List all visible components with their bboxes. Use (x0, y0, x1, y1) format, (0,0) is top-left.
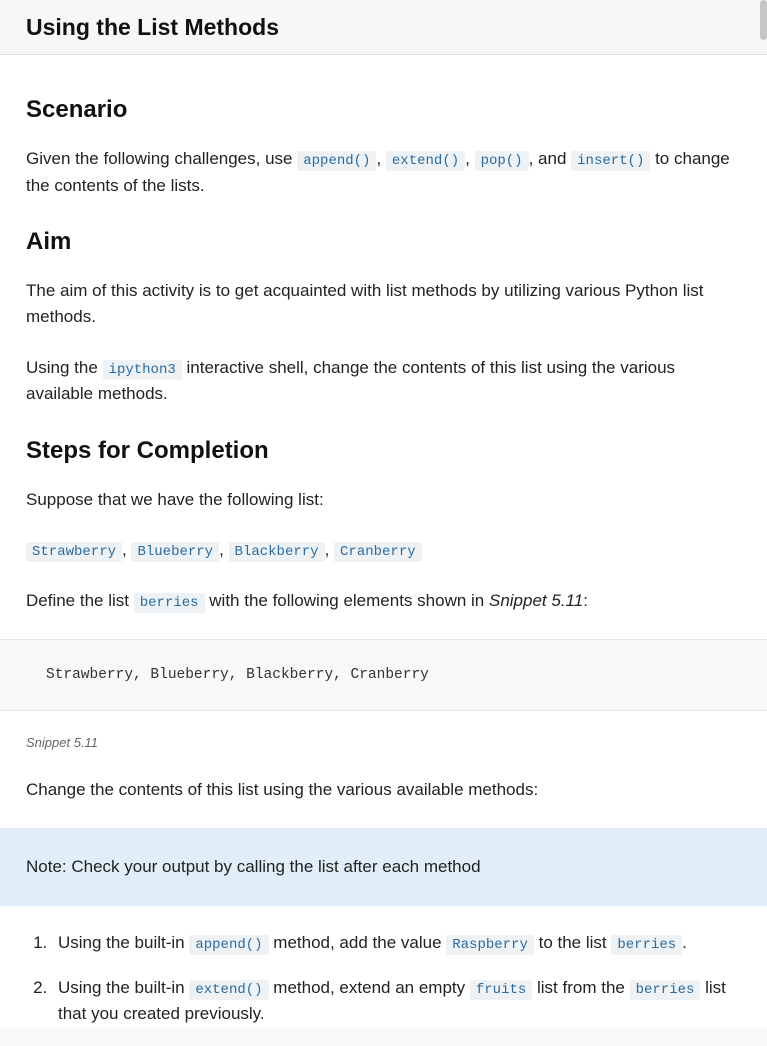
page-container: Using the List Methods Scenario Given th… (0, 0, 767, 1028)
berry-inline-list: Strawberry, Blueberry, Blackberry, Cranb… (26, 537, 741, 564)
text: . (682, 933, 687, 952)
page-header: Using the List Methods (0, 0, 767, 55)
code-berries: berries (611, 935, 682, 955)
page-title: Using the List Methods (26, 10, 741, 46)
text: , (219, 540, 228, 559)
steps-ordered-list: Using the built-in append() method, add … (26, 930, 741, 1028)
scrollbar-thumb[interactable] (760, 0, 767, 40)
text: , (325, 540, 334, 559)
code-berries: berries (134, 593, 205, 613)
code-extend: extend() (386, 151, 465, 171)
text: method, extend an empty (269, 978, 470, 997)
code-strawberry: Strawberry (26, 542, 122, 562)
aim-paragraph-2: Using the ipython3 interactive shell, ch… (26, 355, 741, 408)
code-blackberry: Blackberry (229, 542, 325, 562)
code-ipython3: ipython3 (103, 360, 182, 380)
list-item: Using the built-in extend() method, exte… (52, 975, 741, 1028)
scenario-paragraph: Given the following challenges, use appe… (26, 146, 741, 199)
code-berries: berries (630, 980, 701, 1000)
text: Using the built-in (58, 933, 189, 952)
code-fruits: fruits (470, 980, 532, 1000)
list-item: Using the built-in append() method, add … (52, 930, 741, 957)
code-block: Strawberry, Blueberry, Blackberry, Cranb… (46, 664, 721, 686)
code-blueberry: Blueberry (131, 542, 219, 562)
snippet-label: Snippet 5.11 (26, 733, 741, 753)
code-block-region: Strawberry, Blueberry, Blackberry, Cranb… (0, 639, 767, 711)
define-list-paragraph: Define the list berries with the followi… (26, 588, 741, 615)
content-area: Scenario Given the following challenges,… (0, 55, 767, 1028)
code-append: append() (189, 935, 268, 955)
text: list from the (532, 978, 629, 997)
code-extend: extend() (189, 980, 268, 1000)
text: Using the built-in (58, 978, 189, 997)
code-append: append() (297, 151, 376, 171)
text: to the list (534, 933, 611, 952)
text: , and (529, 149, 572, 168)
code-insert: insert() (571, 151, 650, 171)
code-pop: pop() (475, 151, 529, 171)
text: Using the (26, 358, 103, 377)
aim-heading: Aim (26, 223, 741, 260)
text: with the following elements shown in (205, 591, 489, 610)
text: , (376, 149, 385, 168)
text: : (583, 591, 588, 610)
text: Given the following challenges, use (26, 149, 297, 168)
text: method, add the value (269, 933, 447, 952)
text: Define the list (26, 591, 134, 610)
scenario-heading: Scenario (26, 91, 741, 128)
note-callout: Note: Check your output by calling the l… (0, 828, 767, 906)
code-cranberry: Cranberry (334, 542, 422, 562)
change-contents-paragraph: Change the contents of this list using t… (26, 777, 741, 803)
aim-paragraph-1: The aim of this activity is to get acqua… (26, 278, 741, 331)
steps-heading: Steps for Completion (26, 432, 741, 469)
steps-intro: Suppose that we have the following list: (26, 487, 741, 513)
text: , (465, 149, 474, 168)
snippet-reference: Snippet 5.11 (489, 591, 583, 610)
code-raspberry: Raspberry (446, 935, 534, 955)
